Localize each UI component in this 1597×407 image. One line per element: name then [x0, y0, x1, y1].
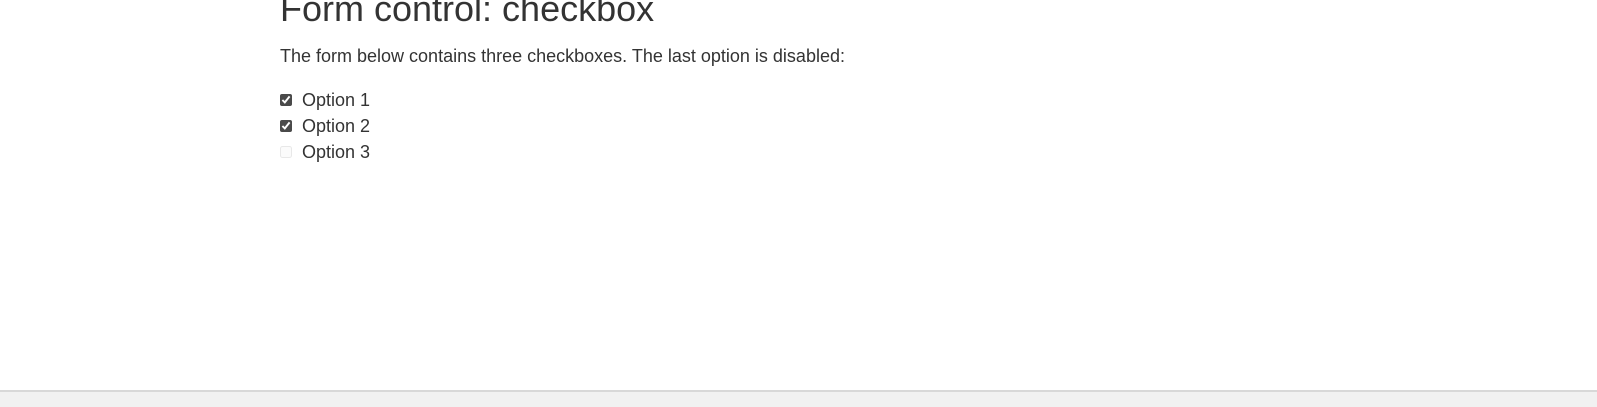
checkbox-option-3: Option 3: [280, 139, 370, 165]
checkbox-option-2-input[interactable]: [280, 120, 292, 132]
checkbox-option-1[interactable]: Option 1: [280, 87, 370, 113]
page-title: Form control: checkbox: [280, 0, 655, 29]
page: Form control: checkbox The form below co…: [0, 0, 1597, 407]
checkbox-option-3-input: [280, 146, 292, 158]
page-description: The form below contains three checkboxes…: [280, 46, 845, 66]
checkbox-option-1-input[interactable]: [280, 94, 292, 106]
checkbox-option-2-label: Option 2: [302, 116, 371, 136]
checkbox-form: Option 1 Option 2 Option 3: [280, 87, 370, 165]
checkbox-option-2[interactable]: Option 2: [280, 113, 370, 139]
checkbox-option-1-label: Option 1: [302, 90, 371, 110]
horizontal-scrollbar[interactable]: [0, 390, 1597, 407]
checkbox-option-3-label: Option 3: [302, 142, 371, 162]
